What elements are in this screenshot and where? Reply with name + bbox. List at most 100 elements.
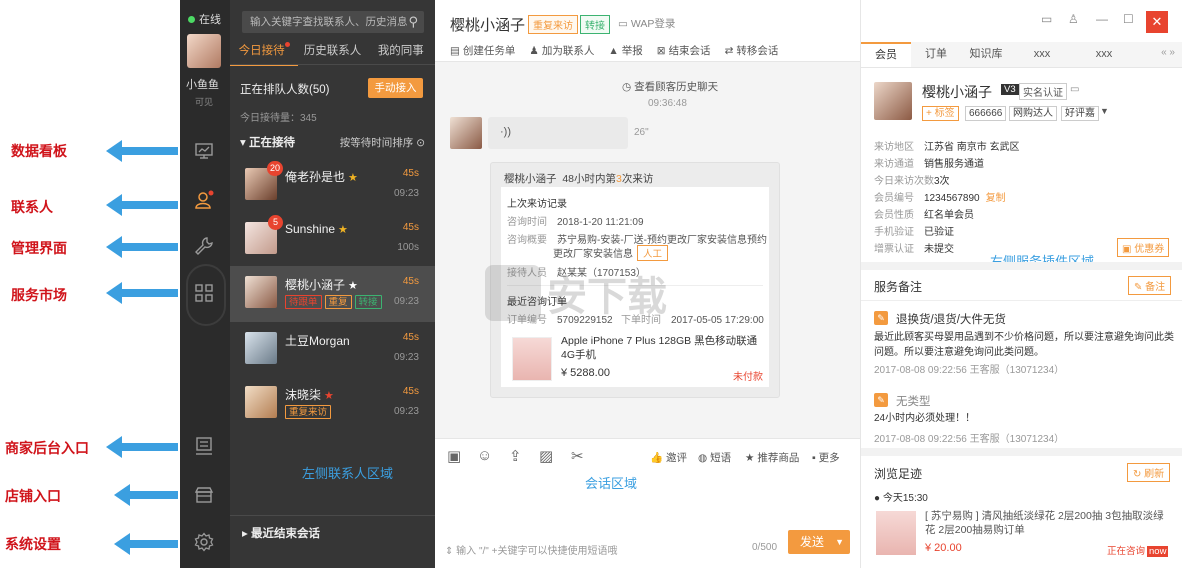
- wait-time: 45s: [402, 168, 419, 179]
- online-status[interactable]: 在线: [188, 11, 221, 27]
- tab-xxx-1[interactable]: xxx: [1011, 42, 1073, 67]
- add-note-button[interactable]: ✎ 备注: [1128, 276, 1172, 295]
- chat-bubble-icon: ◍: [698, 452, 708, 464]
- divider: [861, 300, 1182, 301]
- staff: 接待人员 赵某某（1707153）: [507, 268, 646, 279]
- more-button[interactable]: ▪ 更多: [812, 450, 840, 465]
- product-image[interactable]: [512, 337, 552, 381]
- annotation-label: 数据看板: [11, 143, 67, 159]
- gear-icon[interactable]: [193, 532, 215, 554]
- contact-item[interactable]: 5 Sunshine ★ 45s 100s: [230, 212, 435, 268]
- refresh-button[interactable]: ↻ 刷新: [1127, 463, 1171, 482]
- contact-tags: 待跟单 重复 转接: [285, 295, 382, 309]
- tag-repeat-visit: 重复来访: [285, 405, 332, 419]
- footprint-price: ¥ 20.00: [925, 542, 962, 554]
- visit-card-header: 樱桃小涵子 48小时内第3次来访: [504, 173, 654, 185]
- contact-name: 沫晓柒 ★: [285, 388, 334, 402]
- note-title: 退换货/退货/大件无货: [896, 314, 1006, 326]
- contacts-icon[interactable]: [193, 190, 215, 212]
- contact-name: Sunshine ★: [285, 222, 348, 236]
- merchant-backend-icon[interactable]: [193, 436, 215, 458]
- section-receiving[interactable]: ▾ 正在接待: [240, 134, 295, 150]
- last-visit-title: 上次来访记录: [507, 199, 567, 210]
- coupon-button[interactable]: ▣ 优惠券: [1117, 238, 1170, 257]
- add-tag-button[interactable]: + 标签: [922, 106, 959, 121]
- contact-item[interactable]: 土豆Morgan 45s 09:23: [230, 322, 435, 378]
- text-format-icon[interactable]: ▣: [447, 447, 461, 465]
- annotation-label: 店铺入口: [5, 488, 61, 504]
- service-market-icon[interactable]: [193, 283, 215, 305]
- member-tag: 网购达人: [1009, 106, 1057, 121]
- member-level: V3: [1001, 84, 1019, 95]
- arrow-icon: [106, 436, 178, 458]
- minimize-icon[interactable]: —: [1096, 12, 1108, 26]
- maximize-icon[interactable]: ☐: [1123, 12, 1134, 26]
- arrow-icon: [114, 533, 178, 555]
- window-icon[interactable]: ▭: [1041, 12, 1052, 26]
- upload-file-icon[interactable]: ⇪: [509, 447, 522, 465]
- agent-name: 小鱼鱼: [186, 79, 219, 91]
- search-icon[interactable]: ⚲: [408, 11, 418, 33]
- right-tabs: 会员 订单 知识库 xxx xxx « »: [861, 42, 1182, 68]
- contact-item-active[interactable]: 樱桃小涵子 ★ 待跟单 重复 转接 45s 09:23: [230, 266, 435, 322]
- image-icon[interactable]: ▨: [539, 447, 553, 465]
- phrases-button[interactable]: ◍ 短语: [698, 450, 731, 465]
- right-panel: ▭ ♙ — ☐ ✕ 会员 订单 知识库 xxx xxx « » 樱桃小涵子 V3…: [860, 0, 1182, 568]
- dashboard-icon[interactable]: [193, 141, 215, 163]
- copy-link[interactable]: 复制: [986, 193, 1006, 204]
- product-name[interactable]: Apple iPhone 7 Plus 128GB 黑色移动联通4G手机: [561, 334, 761, 362]
- contact-tags: 重复来访: [285, 405, 332, 419]
- order-info: 订单编号 5709229152 下单时间 2017-05-05 17:29:00: [507, 315, 764, 326]
- add-contact-button[interactable]: ♟ 加为联系人: [529, 43, 594, 58]
- close-icon[interactable]: ✕: [1146, 11, 1168, 33]
- note-meta: 2017-08-08 09:22:56 王客服（13071234）: [874, 365, 1065, 376]
- contact-item[interactable]: 20 俺老孙是也 ★ 45s 09:23: [230, 158, 435, 214]
- warning-icon: ▲: [608, 45, 619, 57]
- contact-name: 樱桃小涵子 ★: [285, 278, 358, 292]
- tab-history-contacts[interactable]: 历史联系人: [298, 42, 366, 66]
- recent-sessions-toggle[interactable]: ▸ 最近结束会话: [242, 525, 320, 541]
- wait-time: 45s: [402, 276, 419, 287]
- recommend-product-button[interactable]: ★ 推荐商品: [745, 450, 799, 465]
- chevron-down-icon[interactable]: ▼: [1100, 106, 1109, 116]
- agent-avatar[interactable]: [187, 34, 221, 68]
- footprint-product-image[interactable]: [876, 511, 916, 555]
- note-body: 24小时内必须处理！！: [874, 413, 976, 424]
- wrench-icon[interactable]: [193, 236, 215, 258]
- unread-badge: 20: [266, 161, 283, 176]
- message-input[interactable]: ⇕ 输入 "/" +关键字可以快捷使用短语哦: [445, 542, 617, 557]
- tab-my-colleagues[interactable]: 我的同事: [367, 42, 435, 66]
- divider: [861, 262, 1182, 270]
- manual-tag: 人工: [637, 245, 669, 261]
- search-placeholder: 输入关键字查找联系人、历史消息: [250, 16, 408, 28]
- skin-icon[interactable]: ♙: [1068, 12, 1079, 26]
- manual-accept-button[interactable]: 手动接入: [368, 78, 423, 98]
- create-task-button[interactable]: ▤ 创建任务单: [450, 43, 515, 58]
- send-button[interactable]: 发送 ▼: [788, 530, 850, 554]
- report-button[interactable]: ▲ 举报: [608, 43, 642, 58]
- view-history-link[interactable]: ◷ 查看顾客历史聊天: [622, 79, 718, 94]
- invite-review-button[interactable]: 👍 邀评: [650, 450, 687, 465]
- shop-icon[interactable]: [193, 485, 215, 507]
- annotation-shop-entry: 店铺入口: [5, 486, 61, 506]
- visit-card: 樱桃小涵子 48小时内第3次来访 上次来访记录 咨询时间 2018-1-20 11…: [490, 162, 780, 398]
- tab-scroll-icon[interactable]: « »: [1161, 47, 1175, 58]
- emoji-icon[interactable]: ☺: [477, 447, 492, 464]
- end-session-button[interactable]: ⊠ 结束会话: [657, 43, 711, 58]
- scissors-icon[interactable]: ✂: [571, 447, 584, 465]
- contact-name: 俺老孙是也 ★: [285, 170, 358, 184]
- tab-knowledge[interactable]: 知识库: [961, 42, 1011, 67]
- expand-icon: ⇕: [445, 546, 457, 557]
- contact-search-input[interactable]: 输入关键字查找联系人、历史消息 ⚲: [242, 11, 424, 33]
- transfer-session-button[interactable]: ⇄ 转移会话: [725, 43, 779, 58]
- tab-member[interactable]: 会员: [861, 42, 911, 67]
- footprint-product-title[interactable]: [ 苏宁易购 ] 清风抽纸淡绿花 2层200抽 3包抽取淡绿花 2层200抽易购…: [925, 509, 1170, 537]
- voice-message[interactable]: ·)): [488, 117, 628, 149]
- annotation-system-settings: 系统设置: [5, 534, 61, 554]
- contact-item[interactable]: 沫晓柒 ★ 重复来访 45s 09:23: [230, 376, 435, 432]
- tab-orders[interactable]: 订单: [911, 42, 961, 67]
- customer-avatar: [450, 117, 482, 149]
- tab-today-reception[interactable]: 今日接待: [230, 42, 299, 66]
- sort-dropdown[interactable]: 按等待时间排序 ⊙: [340, 135, 425, 150]
- tab-xxx-2[interactable]: xxx: [1073, 42, 1135, 67]
